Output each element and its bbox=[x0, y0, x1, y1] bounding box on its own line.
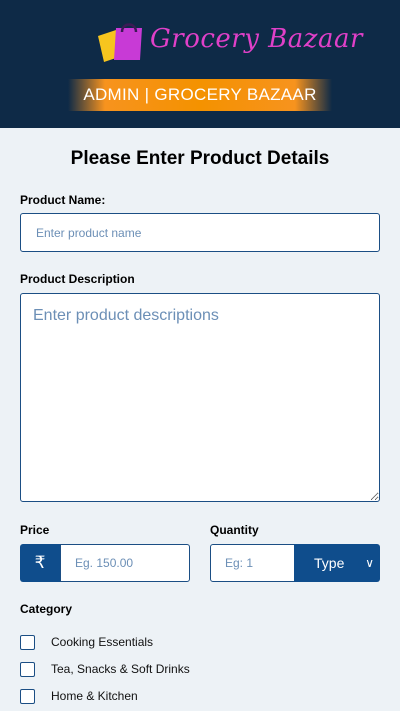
admin-title-banner: ADMIN | GROCERY BAZAAR bbox=[68, 79, 332, 111]
price-input-group: ₹ bbox=[20, 544, 190, 582]
category-option-label: Cooking Essentials bbox=[51, 635, 154, 649]
rupee-icon: ₹ bbox=[20, 544, 60, 582]
category-checkbox[interactable] bbox=[20, 635, 35, 650]
app-header: Grocery Bazaar ADMIN | GROCERY BAZAAR bbox=[0, 0, 400, 128]
page-title: Please Enter Product Details bbox=[70, 148, 330, 169]
logo-text: Grocery Bazaar bbox=[150, 24, 363, 54]
quantity-input-group: Type ∨ bbox=[210, 544, 380, 582]
logo[interactable]: Grocery Bazaar bbox=[92, 18, 362, 66]
category-option-cooking-essentials[interactable]: Cooking Essentials bbox=[20, 635, 380, 653]
quantity-input[interactable] bbox=[210, 544, 295, 582]
category-option-home-kitchen[interactable]: Home & Kitchen bbox=[20, 689, 380, 707]
category-label: Category bbox=[20, 602, 73, 616]
product-description-label: Product Description bbox=[20, 272, 135, 286]
category-option-label: Home & Kitchen bbox=[51, 689, 138, 703]
quantity-label: Quantity bbox=[210, 523, 259, 537]
category-checkbox[interactable] bbox=[20, 662, 35, 677]
product-name-label: Product Name: bbox=[20, 193, 106, 207]
price-input[interactable] bbox=[60, 544, 190, 582]
unit-type-select[interactable]: Type ∨ bbox=[294, 544, 380, 582]
category-checkbox[interactable] bbox=[20, 689, 35, 704]
price-label: Price bbox=[20, 523, 50, 537]
category-option-label: Tea, Snacks & Soft Drinks bbox=[51, 662, 190, 676]
unit-type-value: Type bbox=[314, 555, 345, 571]
category-option-tea-snacks-soft-drinks[interactable]: Tea, Snacks & Soft Drinks bbox=[20, 662, 380, 680]
product-description-textarea[interactable] bbox=[20, 293, 380, 502]
chevron-down-icon: ∨ bbox=[365, 556, 374, 570]
shopping-bag-icon bbox=[98, 23, 142, 62]
product-name-input[interactable] bbox=[20, 213, 380, 252]
